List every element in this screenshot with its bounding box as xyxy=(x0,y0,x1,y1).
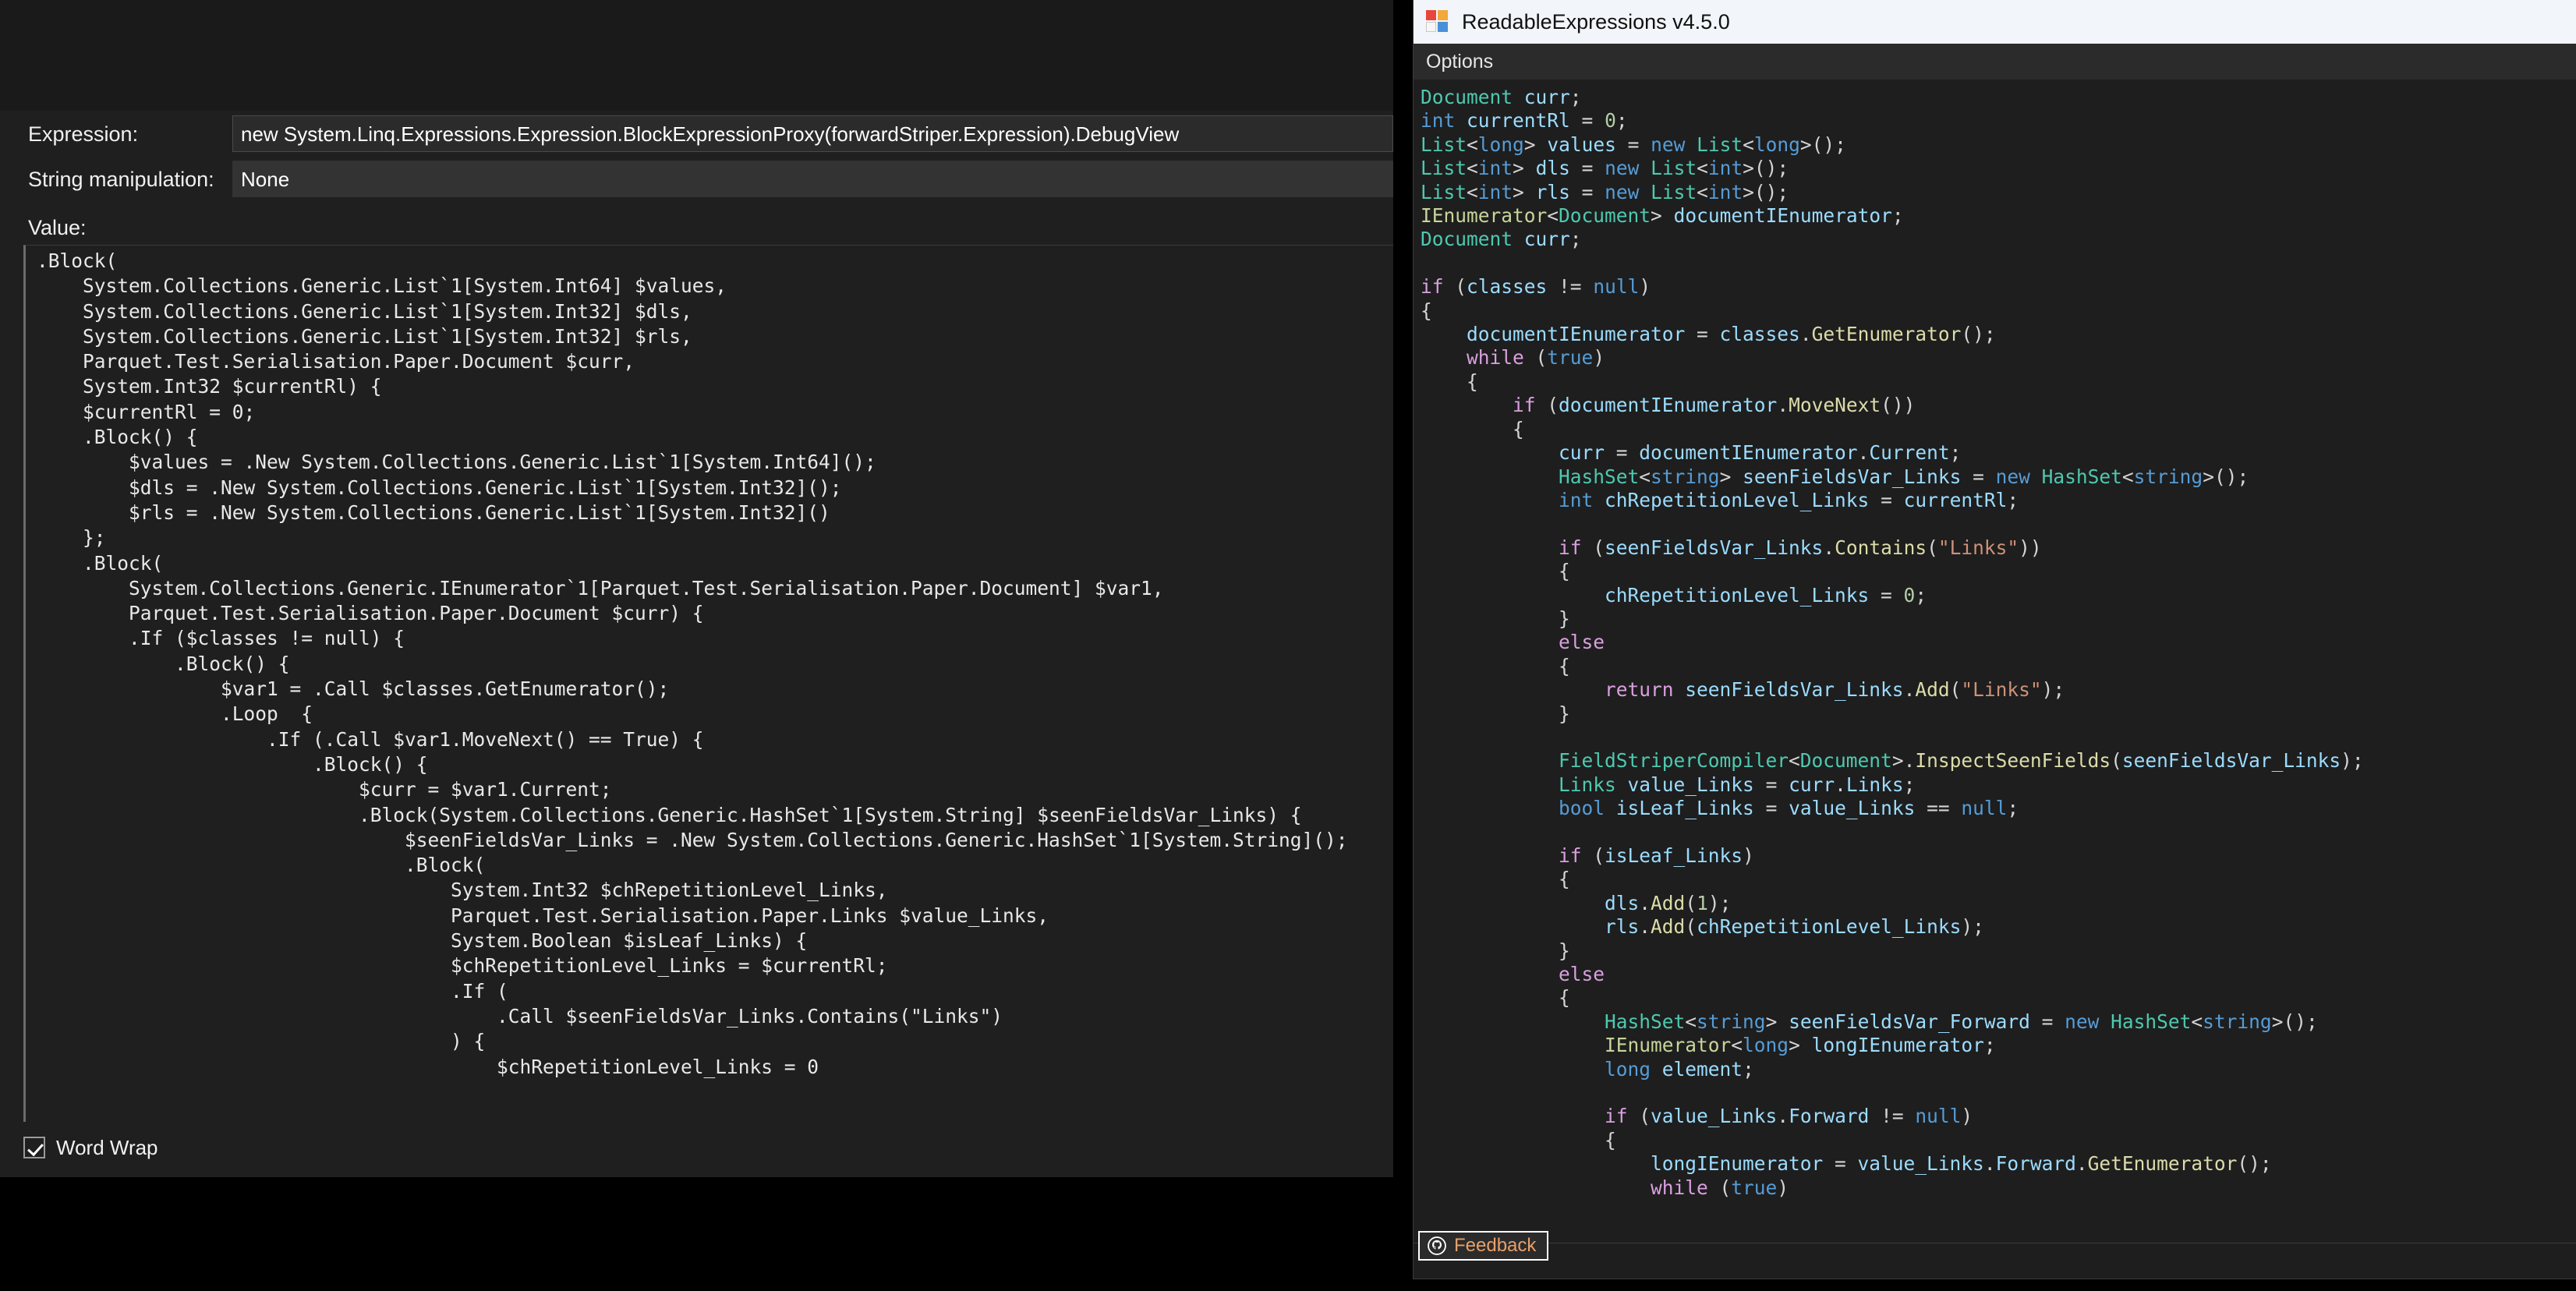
statusbar: Feedback xyxy=(1414,1231,2576,1279)
readable-expressions-logo-icon xyxy=(1426,10,1449,34)
menubar: Options xyxy=(1414,44,2576,80)
string-manipulation-value: None xyxy=(241,168,290,191)
word-wrap-label: Word Wrap xyxy=(56,1135,158,1159)
expression-input-value: new System.Linq.Expressions.Expression.B… xyxy=(241,122,1180,146)
menu-item-options[interactable]: Options xyxy=(1414,48,1504,76)
string-manipulation-row: String manipulation: None xyxy=(0,161,1393,198)
window-title: ReadableExpressions v4.5.0 xyxy=(1462,9,1730,34)
code-content: Document curr; int currentRl = 0; List<l… xyxy=(1421,86,2364,1199)
feedback-button[interactable]: Feedback xyxy=(1418,1231,1549,1261)
value-textarea[interactable]: .Block( System.Collections.Generic.List`… xyxy=(23,245,1393,1122)
screen: Expression: new System.Linq.Expressions.… xyxy=(0,0,2576,1291)
readable-expressions-window: ReadableExpressions v4.5.0 Options Docum… xyxy=(1414,0,2576,1279)
pane-top-strip xyxy=(0,0,1393,111)
code-viewer[interactable]: Document curr; int currentRl = 0; List<l… xyxy=(1414,80,2576,1243)
string-manipulation-label: String manipulation: xyxy=(28,168,214,191)
string-manipulation-select[interactable]: None xyxy=(232,161,1393,197)
value-label: Value: xyxy=(28,216,87,239)
feedback-label: Feedback xyxy=(1454,1235,1537,1256)
window-titlebar[interactable]: ReadableExpressions v4.5.0 xyxy=(1414,0,2576,44)
value-text-content: .Block( System.Collections.Generic.List`… xyxy=(37,249,1348,1078)
expression-label: Expression: xyxy=(28,122,139,146)
checkmark-icon xyxy=(23,1137,45,1158)
debugger-visualizer-pane: Expression: new System.Linq.Expressions.… xyxy=(0,0,1393,1177)
word-wrap-checkbox[interactable]: Word Wrap xyxy=(23,1132,158,1163)
expression-input[interactable]: new System.Linq.Expressions.Expression.B… xyxy=(232,115,1393,152)
expression-row: Expression: new System.Linq.Expressions.… xyxy=(0,115,1393,153)
github-icon xyxy=(1428,1236,1446,1255)
